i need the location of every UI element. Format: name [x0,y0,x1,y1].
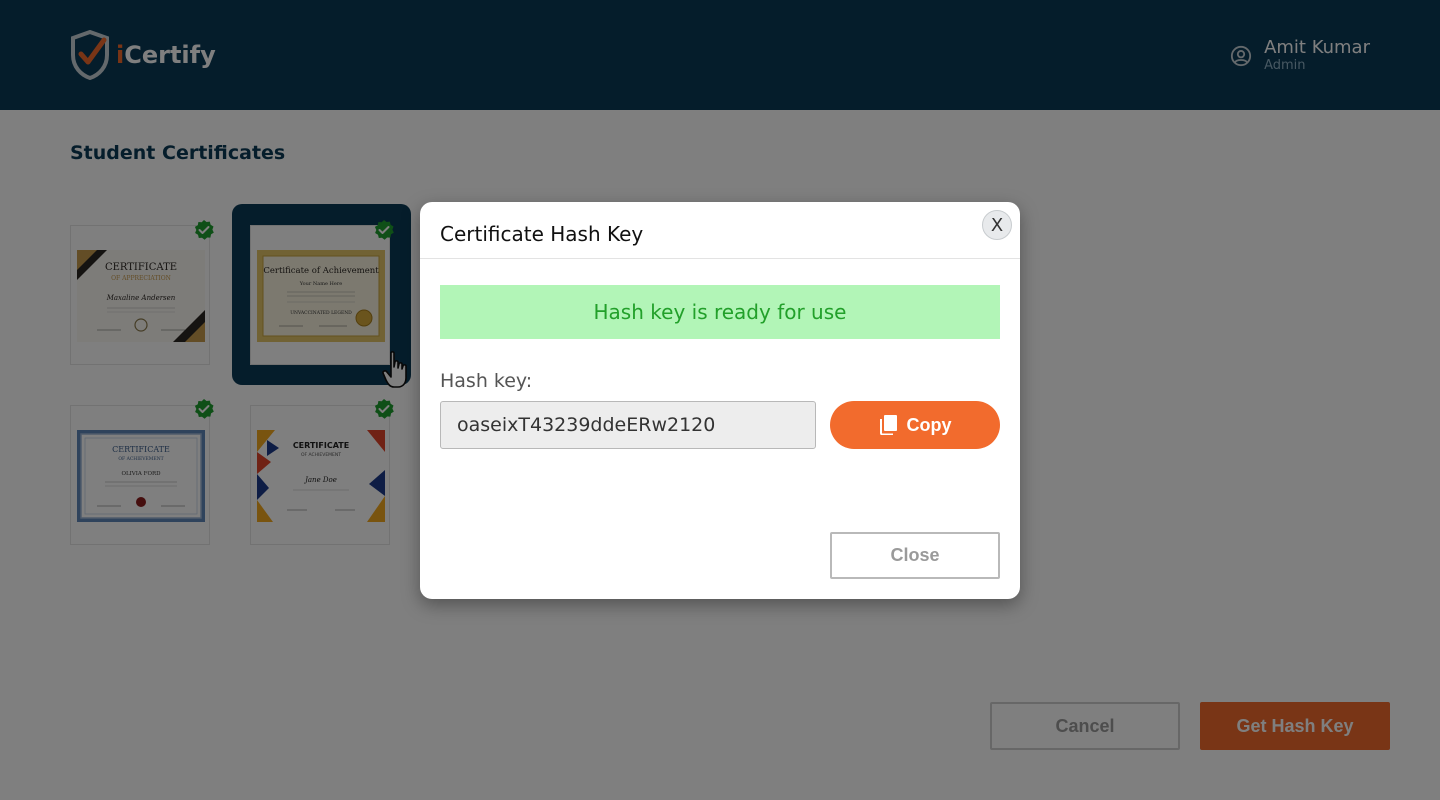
copy-label: Copy [906,414,952,435]
dialog-title: Certificate Hash Key [440,222,644,246]
hash-key-label: Hash key: [440,370,533,392]
close-icon-button[interactable]: X [982,210,1012,240]
copy-button[interactable]: Copy [830,401,1000,449]
success-alert: Hash key is ready for use [440,285,1000,339]
close-button[interactable]: Close [830,532,1000,579]
dialog-divider [420,258,1020,259]
copy-icon [879,415,897,435]
hash-key-dialog: Certificate Hash Key X Hash key is ready… [420,202,1020,599]
hash-key-field[interactable]: oaseixT43239ddeERw2120 [440,401,816,449]
